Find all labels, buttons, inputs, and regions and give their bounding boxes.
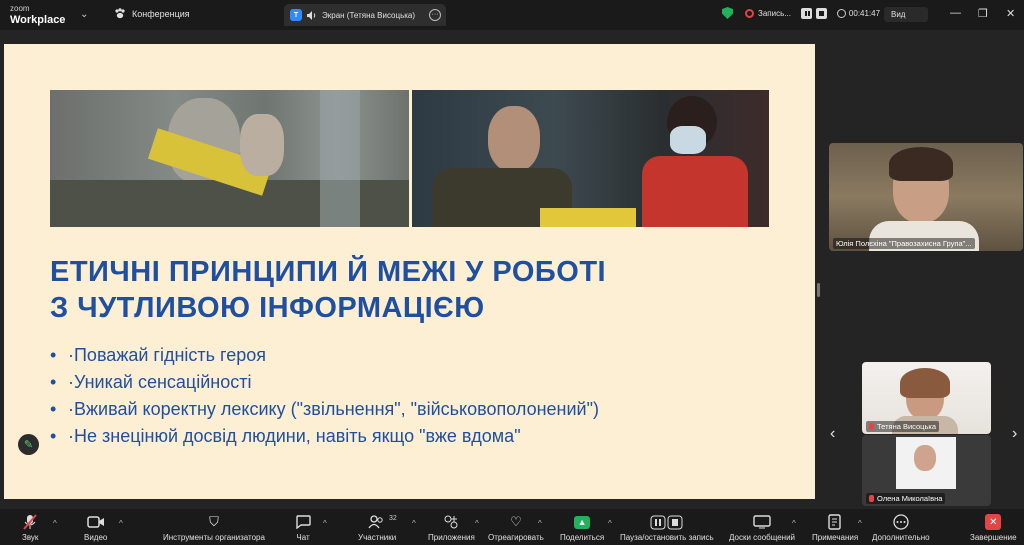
whiteboards-button[interactable]: Доски сообщений — [729, 513, 795, 542]
recording-status: Запись... 00:41:47 ⌄ — [722, 7, 890, 19]
video-tile-participant[interactable]: Олена Миколаївна — [862, 435, 991, 506]
participant-name: Юлія Полєхіна "Правозахисна Група"... — [833, 238, 975, 249]
view-label: Вид — [891, 10, 906, 19]
chevron-up-icon[interactable]: ^ — [323, 519, 327, 528]
chevron-up-icon[interactable]: ^ — [412, 519, 416, 528]
notes-icon — [828, 513, 842, 531]
slide-title-line1: ЕТИЧНІ ПРИНЦИПИ Й МЕЖІ У РОБОТІ — [50, 256, 607, 288]
chevron-up-icon[interactable]: ^ — [119, 519, 123, 528]
audio-button[interactable]: Звук — [22, 513, 38, 542]
chat-icon — [295, 513, 311, 531]
meeting-toolbar: Звук ^ Видео ^ ⛉ Инструменты организатор… — [0, 509, 1024, 545]
participant-name: Олена Миколаївна — [866, 493, 946, 504]
meeting-menu[interactable]: Конференция — [114, 8, 190, 19]
slide-title: ЕТИЧНІ ПРИНЦИПИ Й МЕЖІ У РОБОТІ З ЧУТЛИВ… — [50, 254, 790, 326]
meeting-label: Конференция — [132, 8, 190, 19]
slide-bullet-list: • ·Поважай гідність героя • ·Уникай сенсац… — [50, 342, 599, 450]
bullet-item: • ·Поважай гідність героя — [50, 345, 266, 365]
reactions-button[interactable]: ♡ Отреагировать — [488, 513, 544, 542]
logo-bottom: Workplace — [10, 14, 66, 26]
mic-muted-icon — [23, 513, 37, 531]
more-button[interactable]: Дополнительно — [872, 513, 930, 542]
speaker-icon — [307, 10, 316, 20]
apps-icon — [443, 513, 459, 531]
close-icon[interactable]: ✕ — [1006, 7, 1015, 20]
zoom-logo[interactable]: zoom Workplace — [10, 4, 66, 26]
chevron-up-icon[interactable]: ^ — [538, 519, 542, 528]
bullet-item: • ·Не знецінюй досвід людини, навіть якщо… — [50, 426, 521, 446]
tab-badge: T — [290, 9, 302, 21]
slide-photo-soldier — [50, 90, 409, 227]
bullet-item: • ·Вживай коректну лексику ("звільнення",… — [50, 399, 599, 419]
host-tools-button[interactable]: ⛉ Инструменты организатора — [163, 513, 265, 542]
chevron-down-icon[interactable]: ⌄ — [80, 9, 88, 20]
bullet-item: • ·Уникай сенсаційності — [50, 372, 252, 392]
recording-label: Запись... — [758, 8, 791, 18]
notes-button[interactable]: Примечания — [812, 513, 858, 542]
zoom-window: zoom Workplace ⌄ Конференция T Экран (Те… — [0, 0, 1024, 545]
chevron-up-icon[interactable]: ^ — [475, 519, 479, 528]
annotate-pen-icon[interactable]: ✎ — [18, 434, 39, 455]
shield-icon: ⛉ — [209, 514, 219, 529]
pause-recording-button[interactable] — [800, 7, 812, 19]
video-tile-participant[interactable]: Тетяна Висоцька — [862, 362, 991, 434]
chevron-right-icon[interactable]: › — [1012, 425, 1017, 443]
participant-name: Тетяна Висоцька — [866, 421, 939, 432]
chevron-up-icon[interactable]: ^ — [792, 519, 796, 528]
participants-icon — [368, 513, 386, 531]
chevron-left-icon[interactable]: ‹ — [830, 425, 835, 443]
video-button[interactable]: Видео — [84, 513, 107, 542]
chevron-up-icon[interactable]: ^ — [53, 519, 57, 528]
slide-photo-released — [412, 90, 769, 227]
shared-screen: ЕТИЧНІ ПРИНЦИПИ Й МЕЖІ У РОБОТІ З ЧУТЛИВ… — [4, 44, 815, 499]
share-screen-button[interactable]: ▲ Поделиться — [560, 513, 604, 542]
minimize-icon[interactable]: — — [950, 7, 961, 19]
heart-icon: ♡ — [510, 514, 522, 529]
chevron-up-icon[interactable]: ^ — [858, 519, 862, 528]
screen-share-tab[interactable]: T Экран (Тетяна Висоцька) ··· — [284, 4, 446, 26]
view-menu-button[interactable]: Вид — [884, 7, 928, 22]
whiteboard-icon — [753, 513, 771, 531]
slide-title-line2: З ЧУТЛИВОЮ ІНФОРМАЦІЄЮ — [50, 292, 485, 324]
tab-label: Экран (Тетяна Висоцька) — [322, 10, 416, 20]
stop-recording-button[interactable] — [815, 7, 827, 19]
share-arrow-icon: ▲ — [574, 515, 591, 529]
paw-icon — [115, 8, 125, 19]
apps-button[interactable]: Приложения — [428, 513, 475, 542]
more-icon[interactable]: ··· — [429, 9, 441, 21]
panel-resize-handle[interactable] — [817, 283, 820, 297]
shield-icon[interactable] — [722, 7, 733, 19]
chevron-up-icon[interactable]: ^ — [608, 519, 612, 528]
end-meeting-button[interactable]: ✕ Завершение — [970, 513, 1017, 542]
title-bar: zoom Workplace ⌄ Конференция T Экран (Те… — [0, 0, 1024, 30]
close-icon: ✕ — [985, 514, 1002, 530]
mic-muted-icon — [869, 423, 874, 430]
timer-icon — [836, 8, 846, 18]
record-icon — [745, 8, 754, 18]
pause-stop-recording-button[interactable]: Пауза/остановить запись — [620, 513, 714, 542]
video-tile-speaker[interactable]: Юлія Полєхіна "Правозахисна Група"... — [829, 143, 1023, 251]
chat-button[interactable]: Чат — [295, 513, 311, 542]
more-icon — [893, 513, 909, 531]
pause-stop-icon — [650, 513, 684, 531]
meeting-timer: 00:41:47 — [848, 8, 881, 18]
video-camera-icon — [86, 513, 105, 531]
logo-top: zoom — [10, 4, 30, 13]
restore-icon[interactable]: ❐ — [978, 7, 988, 20]
mic-muted-icon — [869, 495, 874, 502]
participant-count: 32 — [389, 515, 397, 522]
